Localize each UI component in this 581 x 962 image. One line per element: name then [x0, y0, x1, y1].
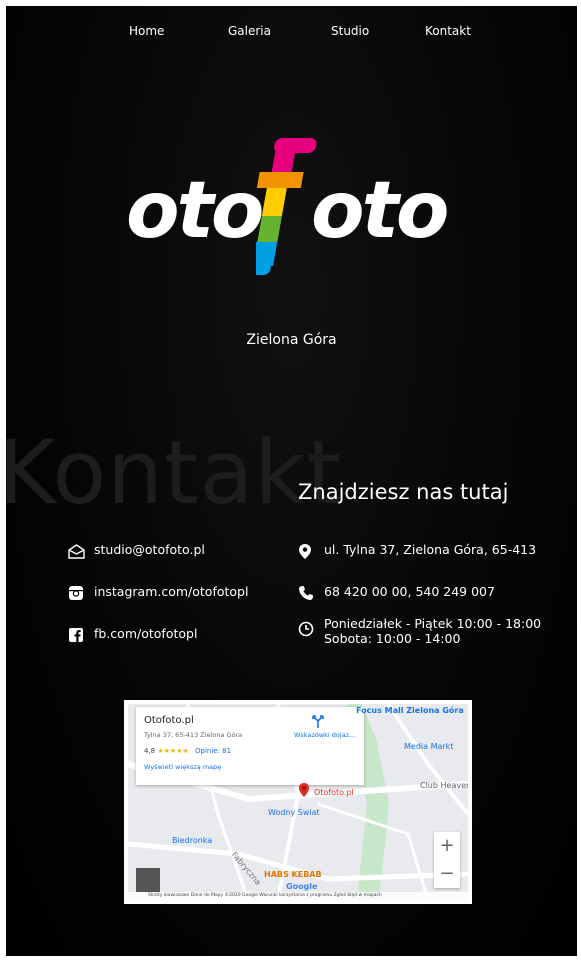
- nav-galeria-link[interactable]: Galeria: [228, 24, 271, 38]
- rating-value: 4,8: [144, 747, 156, 755]
- contact-email[interactable]: studio@otofoto.pl: [68, 542, 205, 560]
- zoom-out-button[interactable]: −: [434, 860, 460, 888]
- instagram-text[interactable]: instagram.com/otofotopl: [94, 584, 248, 599]
- location-pin-icon: [298, 542, 320, 560]
- hours-block: Poniedziałek - Piątek 10:00 - 18:00 Sobo…: [324, 616, 541, 646]
- background-section-word: Kontakt: [6, 421, 342, 524]
- map-label-otofoto: Otofoto.pl: [314, 788, 354, 797]
- larger-map-link[interactable]: Wyświetl większą mapę: [144, 763, 221, 771]
- contact-hours: Poniedziałek - Piątek 10:00 - 18:00 Sobo…: [298, 616, 541, 646]
- place-name: Otofoto.pl: [144, 715, 194, 726]
- section-title: Znajdziesz nas tutaj: [298, 480, 509, 504]
- rating-stars: ★★★★★: [157, 747, 189, 755]
- map-label-club: Club Heaven: [420, 781, 472, 790]
- reviews-link[interactable]: Opinie: 81: [195, 747, 231, 755]
- facebook-text[interactable]: fb.com/otofotopl: [94, 626, 197, 641]
- email-text[interactable]: studio@otofoto.pl: [94, 542, 205, 557]
- logo-text-right: oto: [311, 166, 449, 256]
- place-address: Tylna 37, 65-413 Zielona Góra: [144, 731, 243, 739]
- satellite-toggle[interactable]: [136, 868, 160, 892]
- map-label-focus: Focus Mall Zielona Góra: [356, 706, 464, 715]
- contact-instagram[interactable]: instagram.com/otofotopl: [68, 584, 248, 602]
- hours-weekdays: Poniedziałek - Piątek 10:00 - 18:00: [324, 616, 542, 631]
- map-label-habs: HABS KEBAB: [264, 870, 322, 879]
- place-info-card: Otofoto.pl Tylna 37, 65-413 Zielona Góra…: [136, 707, 364, 785]
- google-logo: Google: [286, 882, 318, 891]
- main-nav: Home Galeria Studio Kontakt: [6, 24, 577, 44]
- phone-text[interactable]: 68 420 00 00, 540 249 007: [324, 584, 495, 599]
- map-label-media: Media Markt: [404, 742, 454, 751]
- map-zoom-controls: + −: [434, 832, 460, 888]
- nav-home-link[interactable]: Home: [129, 24, 164, 38]
- clock-icon: [298, 620, 320, 638]
- zoom-in-button[interactable]: +: [434, 832, 460, 860]
- contact-phone[interactable]: 68 420 00 00, 540 249 007: [298, 584, 495, 602]
- city-name: Zielona Góra: [246, 332, 337, 348]
- otofoto-logo: oto oto: [126, 136, 471, 301]
- google-map-embed[interactable]: Otofoto.pl Tylna 37, 65-413 Zielona Góra…: [124, 700, 472, 904]
- instagram-icon: [68, 584, 90, 602]
- envelope-icon: [68, 542, 90, 560]
- map-footer: Skróty klawiszowe Dane do Mapy ©2020 Goo…: [128, 892, 468, 900]
- facebook-icon: [68, 626, 90, 644]
- hours-saturday: Sobota: 10:00 - 14:00: [324, 631, 461, 646]
- directions-icon[interactable]: [312, 713, 324, 732]
- contact-facebook[interactable]: fb.com/otofotopl: [68, 626, 197, 644]
- address-text: ul. Tylna 37, Zielona Góra, 65-413: [324, 542, 537, 557]
- map-label-wodny: Wodny Świat: [268, 808, 320, 817]
- logo-text-left: oto: [126, 166, 264, 256]
- directions-link[interactable]: Wskazówki dojaz...: [294, 731, 355, 739]
- phone-icon: [298, 584, 320, 602]
- page: Home Galeria Studio Kontakt oto oto Ziel…: [6, 6, 577, 956]
- map-label-biedronka: Biedronka: [172, 836, 213, 845]
- place-rating: 4,8 ★★★★★ Opinie: 81: [144, 747, 231, 755]
- map-pin-icon[interactable]: [298, 782, 310, 798]
- contact-address: ul. Tylna 37, Zielona Góra, 65-413: [298, 542, 536, 560]
- nav-studio-link[interactable]: Studio: [331, 24, 369, 38]
- nav-kontakt-link[interactable]: Kontakt: [425, 24, 471, 38]
